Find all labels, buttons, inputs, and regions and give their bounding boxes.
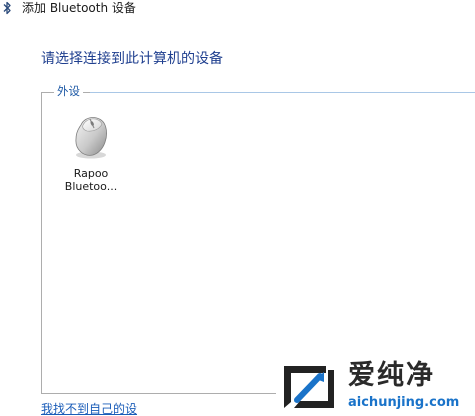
aichunjing-logo-icon [284,366,334,408]
group-divider [90,92,475,93]
cant-find-device-link[interactable]: 我找不到自己的设 [41,402,137,416]
add-bluetooth-device-window: 添加 Bluetooth 设备 请选择连接到此计算机的设备 外设 Rapoo B… [0,0,475,416]
device-item-rapoo[interactable]: Rapoo Bluetoo... [56,113,126,203]
watermark: 爱纯净 aichunjing.com [276,358,475,416]
device-name-line1: Rapoo [73,167,109,180]
device-name: Rapoo Bluetoo... [56,167,126,193]
group-label-peripherals: 外设 [54,84,83,98]
watermark-text: 爱纯净 [348,360,435,391]
window-title: 添加 Bluetooth 设备 [22,1,136,15]
device-list: 外设 Rapoo Bluetoo... [41,84,475,394]
watermark-url: aichunjing.com [348,395,460,410]
bluetooth-icon [3,1,11,15]
device-name-line2: Bluetoo... [64,180,118,193]
mouse-icon [75,117,107,159]
instruction-heading: 请选择连接到此计算机的设备 [41,51,223,67]
